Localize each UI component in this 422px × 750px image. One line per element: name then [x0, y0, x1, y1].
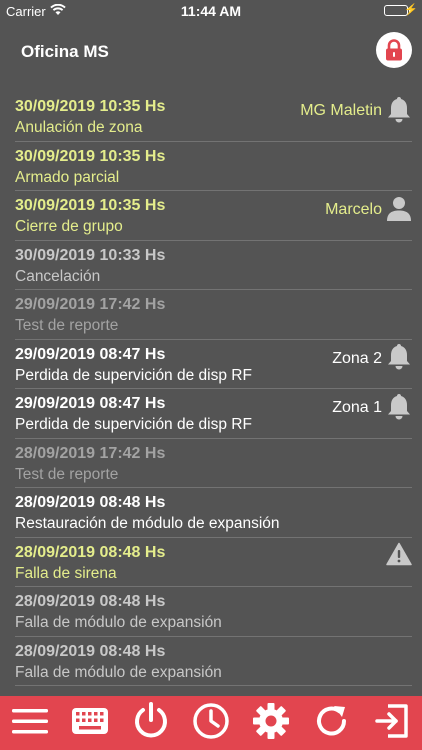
event-date: 29/09/2019 17:42 Hs [15, 296, 166, 313]
status-bar: Carrier 11:44 AM ⚡ [0, 0, 422, 22]
event-date: 30/09/2019 10:35 Hs [15, 197, 166, 214]
event-description: Falla de módulo de expansión [15, 663, 222, 681]
event-description: Restauración de módulo de expansión [15, 515, 280, 532]
event-date: 28/09/2019 08:48 Hs [15, 494, 166, 511]
event-row[interactable]: 29/09/2019 08:47 Hs Perdida de supervició… [15, 340, 412, 389]
event-date: 29/09/2019 08:47 Hs [15, 345, 166, 363]
event-row[interactable]: 29/09/2019 08:47 Hs Perdida de supervició… [15, 389, 412, 439]
exit-icon [374, 703, 410, 744]
event-date: 28/09/2019 17:42 Hs [15, 444, 166, 462]
exit-button[interactable] [372, 703, 412, 743]
event-row[interactable]: 28/09/2019 08:48 Hs Falla de sirena [15, 538, 412, 587]
event-description: Falla de sirena [15, 564, 117, 582]
event-date: 28/09/2019 08:48 Hs [15, 642, 166, 660]
event-row[interactable]: 30/09/2019 10:35 Hs Armado parcial [15, 142, 412, 191]
power-button[interactable] [131, 701, 171, 745]
event-row[interactable]: 30/09/2019 10:35 Hs Cierre de grupo Marcel… [15, 191, 412, 241]
event-date: 28/09/2019 08:48 Hs [15, 543, 166, 561]
menu-icon [12, 707, 49, 740]
page-title: Oficina MS [21, 42, 109, 61]
event-date: 30/09/2019 10:35 Hs [15, 98, 166, 115]
keyboard-button[interactable] [70, 703, 110, 743]
event-date: 29/09/2019 08:47 Hs [15, 395, 166, 412]
menu-button[interactable] [10, 703, 50, 743]
bell-icon [386, 392, 412, 425]
event-row[interactable]: 28/09/2019 08:48 Hs Falla de módulo de ex… [15, 637, 412, 686]
event-description: Test de reporte [15, 465, 119, 483]
lock-icon [386, 39, 402, 61]
event-description: Cierre de grupo [15, 218, 123, 235]
bell-icon [386, 95, 412, 128]
event-row[interactable]: 30/09/2019 10:33 Hs Cancelación [15, 241, 412, 290]
event-description: Anulación de zona [15, 119, 143, 136]
event-description: Perdida de supervición de disp RF [15, 366, 252, 384]
event-source-label: Zona 1 [332, 399, 382, 416]
event-source: Zona 1 [332, 393, 412, 423]
refresh-icon [313, 702, 351, 745]
event-source-label: Marcelo [325, 201, 382, 218]
charging-icon: ⚡ [404, 4, 418, 16]
event-source-label: Zona 2 [332, 349, 382, 367]
event-row[interactable]: 29/09/2019 17:42 Hs Test de reporte [15, 290, 412, 340]
person-icon [386, 194, 412, 227]
event-description: Cancelación [15, 267, 101, 285]
clock-button[interactable] [191, 702, 231, 745]
event-description: Perdida de supervición de disp RF [15, 416, 252, 433]
clock-time: 11:44 AM [180, 3, 242, 19]
event-row[interactable]: 28/09/2019 08:48 Hs Falla de módulo de ex… [15, 587, 412, 637]
event-description: Test de reporte [15, 317, 119, 334]
bottom-toolbar [0, 696, 422, 750]
keyboard-icon [72, 707, 109, 739]
warning-icon [386, 542, 412, 571]
event-source [386, 542, 412, 572]
event-row[interactable]: 28/09/2019 08:48 Hs Restauración de módul… [15, 488, 412, 538]
event-row[interactable]: 30/09/2019 10:35 Hs Anulación de zona MG M… [15, 92, 412, 142]
event-list: 30/09/2019 10:35 Hs Anulación de zona MG M… [0, 92, 422, 686]
event-date: 30/09/2019 10:35 Hs [15, 147, 166, 165]
event-source: Marcelo [325, 195, 412, 225]
event-description: Armado parcial [15, 168, 120, 186]
bell-icon [386, 342, 412, 375]
power-icon [133, 701, 169, 745]
event-source-label: MG Maletin [300, 102, 382, 119]
gear-button[interactable] [251, 702, 291, 745]
lock-button[interactable] [376, 32, 412, 68]
header: Oficina MS [0, 22, 422, 82]
event-source: MG Maletin [300, 96, 412, 126]
event-date: 28/09/2019 08:48 Hs [15, 593, 166, 610]
clock-icon [192, 702, 230, 745]
event-source: Zona 2 [332, 344, 412, 374]
event-row[interactable]: 28/09/2019 17:42 Hs Test de reporte [15, 439, 412, 488]
gear-icon [252, 702, 290, 745]
event-description: Falla de módulo de expansión [15, 614, 222, 631]
refresh-button[interactable] [312, 703, 352, 743]
event-date: 30/09/2019 10:33 Hs [15, 246, 166, 264]
